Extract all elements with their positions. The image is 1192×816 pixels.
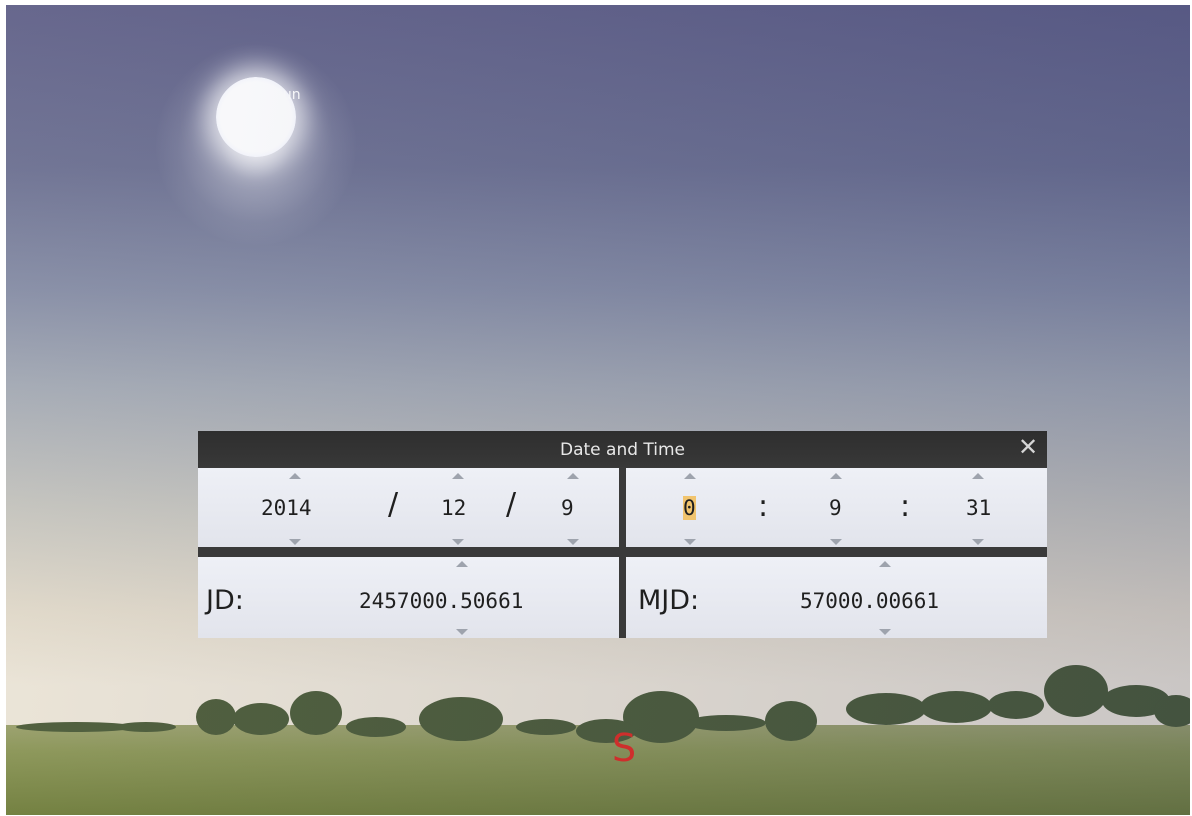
year-decrement-arrow[interactable] [289,539,301,545]
jd-panel: JD: 2457000.50661 [198,557,619,638]
mjd-increment-arrow[interactable] [879,561,891,567]
date-separator: / [506,487,517,522]
month-spinbox[interactable]: 12 [441,496,466,520]
time-panel: 0 : 9 : 31 [626,468,1047,547]
year-spinbox[interactable]: 2014 [261,496,312,520]
day-spinbox[interactable]: 9 [561,496,574,520]
date-panel: 2014 / 12 / 9 [198,468,619,547]
mjd-spinbox[interactable]: 57000.00661 [800,589,939,613]
minute-increment-arrow[interactable] [830,473,842,479]
landscape [6,665,1190,815]
jd-spinbox[interactable]: 2457000.50661 [359,589,523,613]
second-increment-arrow[interactable] [972,473,984,479]
time-separator: : [900,489,911,524]
day-decrement-arrow[interactable] [567,539,579,545]
date-separator: / [388,487,399,522]
date-time-dialog: Date and Time ✕ 2014 / 12 / 9 0 : 9 : 31… [198,431,1047,638]
month-decrement-arrow[interactable] [452,539,464,545]
hour-spinbox[interactable]: 0 [683,496,696,520]
time-separator: : [758,489,769,524]
sky-view[interactable]: Sun S [6,5,1190,815]
day-increment-arrow[interactable] [567,473,579,479]
second-decrement-arrow[interactable] [972,539,984,545]
year-increment-arrow[interactable] [289,473,301,479]
jd-decrement-arrow[interactable] [456,629,468,635]
hour-decrement-arrow[interactable] [684,539,696,545]
jd-label: JD: [206,585,244,616]
second-spinbox[interactable]: 31 [966,496,991,520]
month-increment-arrow[interactable] [452,473,464,479]
minute-decrement-arrow[interactable] [830,539,842,545]
cardinal-south-label: S [612,726,637,770]
mjd-panel: MJD: 57000.00661 [626,557,1047,638]
hour-increment-arrow[interactable] [684,473,696,479]
minute-spinbox[interactable]: 9 [829,496,842,520]
dialog-titlebar[interactable]: Date and Time [198,431,1047,467]
sun-label: Sun [274,87,301,103]
mjd-decrement-arrow[interactable] [879,629,891,635]
jd-increment-arrow[interactable] [456,561,468,567]
dialog-title: Date and Time [559,440,686,460]
mjd-label: MJD: [638,585,700,616]
close-icon[interactable]: ✕ [1015,434,1041,460]
